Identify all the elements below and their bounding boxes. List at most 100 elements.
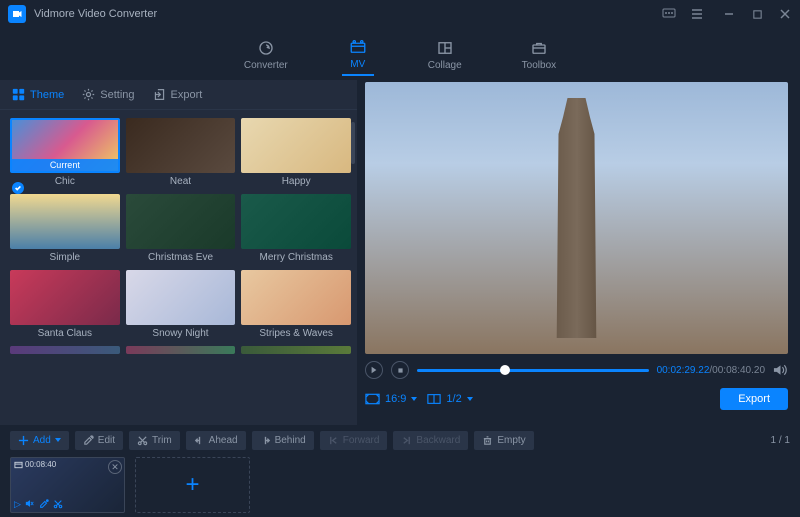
theme-item-stripes-waves[interactable]: Stripes & Waves xyxy=(241,270,351,340)
theme-label: Happy xyxy=(241,173,351,188)
time-current: 00:02:29.22 xyxy=(657,365,710,376)
seek-knob[interactable] xyxy=(500,365,510,375)
clip-edit-icon[interactable] xyxy=(39,499,49,510)
page-indicator: 1 / 1 xyxy=(771,435,790,446)
add-clip-slot[interactable]: + xyxy=(135,457,250,513)
edit-button[interactable]: Edit xyxy=(75,431,123,450)
menu-icon[interactable] xyxy=(690,7,704,21)
clip-tray: 00:08:40 ✕ ▷ + xyxy=(0,453,800,515)
clip-mute-icon[interactable] xyxy=(25,499,35,510)
subtab-export-label: Export xyxy=(171,89,203,101)
subtab-setting[interactable]: Setting xyxy=(82,88,134,101)
forward-button[interactable]: Forward xyxy=(320,431,388,450)
feedback-icon[interactable] xyxy=(662,7,676,21)
subtab-setting-label: Setting xyxy=(100,89,134,101)
stop-button[interactable] xyxy=(391,361,409,379)
theme-grid-scroll[interactable]: Current Chic Neat Happy S xyxy=(0,110,357,425)
nav-collage[interactable]: Collage xyxy=(422,37,468,75)
behind-button[interactable]: Behind xyxy=(252,431,314,450)
theme-label: Snowy Night xyxy=(126,325,236,340)
backward-button[interactable]: Backward xyxy=(393,431,468,450)
maximize-button[interactable] xyxy=(750,7,764,21)
backward-label: Backward xyxy=(416,435,460,446)
seek-slider[interactable] xyxy=(417,369,649,372)
subtab-theme[interactable]: Theme xyxy=(12,88,64,101)
close-button[interactable] xyxy=(778,7,792,21)
player-controls: 00:02:29.22/00:08:40.20 xyxy=(365,358,788,382)
video-preview[interactable] xyxy=(365,82,788,354)
edit-label: Edit xyxy=(98,435,115,446)
theme-label: Santa Claus xyxy=(10,325,120,340)
export-button[interactable]: Export xyxy=(720,388,788,410)
current-badge: Current xyxy=(12,159,118,171)
theme-item-more-1[interactable] xyxy=(10,346,120,354)
volume-icon[interactable] xyxy=(773,363,788,377)
sub-tabs: Theme Setting Export xyxy=(0,80,357,110)
aspect-ratio-value: 16:9 xyxy=(385,393,406,405)
nav-mv[interactable]: MV xyxy=(342,36,374,76)
add-button[interactable]: Add xyxy=(10,431,69,450)
nav-toolbox[interactable]: Toolbox xyxy=(516,37,562,75)
app-logo xyxy=(8,5,26,23)
aspect-ratio-selector[interactable]: 16:9 xyxy=(365,393,417,405)
clip-remove-button[interactable]: ✕ xyxy=(108,460,122,474)
theme-item-christmas-eve[interactable]: Christmas Eve xyxy=(126,194,236,264)
subtab-theme-label: Theme xyxy=(30,89,64,101)
theme-label: Neat xyxy=(126,173,236,188)
clip-play-icon[interactable]: ▷ xyxy=(14,499,21,510)
minimize-button[interactable] xyxy=(722,7,736,21)
nav-collage-label: Collage xyxy=(428,60,462,71)
theme-item-santa-claus[interactable]: Santa Claus xyxy=(10,270,120,340)
theme-label: Chic xyxy=(10,173,120,188)
subtab-export[interactable]: Export xyxy=(153,88,203,101)
theme-item-chic[interactable]: Current Chic xyxy=(10,118,120,188)
chevron-down-icon xyxy=(467,397,473,401)
trim-label: Trim xyxy=(152,435,172,446)
nav-mv-label: MV xyxy=(350,59,365,70)
preview-content xyxy=(532,98,622,338)
app-title: Vidmore Video Converter xyxy=(34,8,662,20)
theme-item-merry-christmas[interactable]: Merry Christmas xyxy=(241,194,351,264)
clip-trim-icon[interactable] xyxy=(53,499,63,510)
theme-item-happy[interactable]: Happy xyxy=(241,118,351,188)
theme-label: Stripes & Waves xyxy=(241,325,351,340)
chevron-down-icon xyxy=(411,397,417,401)
title-bar: Vidmore Video Converter xyxy=(0,0,800,28)
nav-converter-label: Converter xyxy=(244,60,288,71)
trim-button[interactable]: Trim xyxy=(129,431,180,450)
theme-item-simple[interactable]: Simple xyxy=(10,194,120,264)
theme-item-more-3[interactable] xyxy=(241,346,351,354)
chevron-down-icon xyxy=(55,438,61,442)
ahead-button[interactable]: Ahead xyxy=(186,431,246,450)
selected-check-icon xyxy=(12,182,24,194)
clip-tools: ▷ xyxy=(14,499,63,510)
clip-duration: 00:08:40 xyxy=(14,460,56,469)
clip-toolbar: Add Edit Trim Ahead Behind Forward Backw… xyxy=(0,427,800,453)
theme-label: Merry Christmas xyxy=(241,249,351,264)
scrollbar-thumb[interactable] xyxy=(351,122,355,164)
top-nav: Converter MV Collage Toolbox xyxy=(0,28,800,80)
nav-toolbox-label: Toolbox xyxy=(522,60,556,71)
theme-label: Christmas Eve xyxy=(126,249,236,264)
clip-item[interactable]: 00:08:40 ✕ ▷ xyxy=(10,457,125,513)
play-button[interactable] xyxy=(365,361,383,379)
empty-button[interactable]: Empty xyxy=(474,431,533,450)
ahead-label: Ahead xyxy=(209,435,238,446)
nav-converter[interactable]: Converter xyxy=(238,37,294,75)
add-label: Add xyxy=(33,435,51,446)
forward-label: Forward xyxy=(343,435,380,446)
theme-item-more-2[interactable] xyxy=(126,346,236,354)
theme-item-snowy-night[interactable]: Snowy Night xyxy=(126,270,236,340)
main-area: Theme Setting Export Current xyxy=(0,80,800,425)
theme-item-neat[interactable]: Neat xyxy=(126,118,236,188)
time-total: 00:08:40.20 xyxy=(712,365,765,376)
theme-label: Simple xyxy=(10,249,120,264)
behind-label: Behind xyxy=(275,435,306,446)
preview-panel: 00:02:29.22/00:08:40.20 16:9 1/2 Export xyxy=(357,80,800,425)
empty-label: Empty xyxy=(497,435,525,446)
frame-ratio-value: 1/2 xyxy=(446,393,461,405)
window-controls xyxy=(662,7,792,21)
aspect-row: 16:9 1/2 Export xyxy=(365,382,788,416)
frame-ratio-selector[interactable]: 1/2 xyxy=(427,393,472,405)
theme-grid: Current Chic Neat Happy S xyxy=(10,118,351,354)
